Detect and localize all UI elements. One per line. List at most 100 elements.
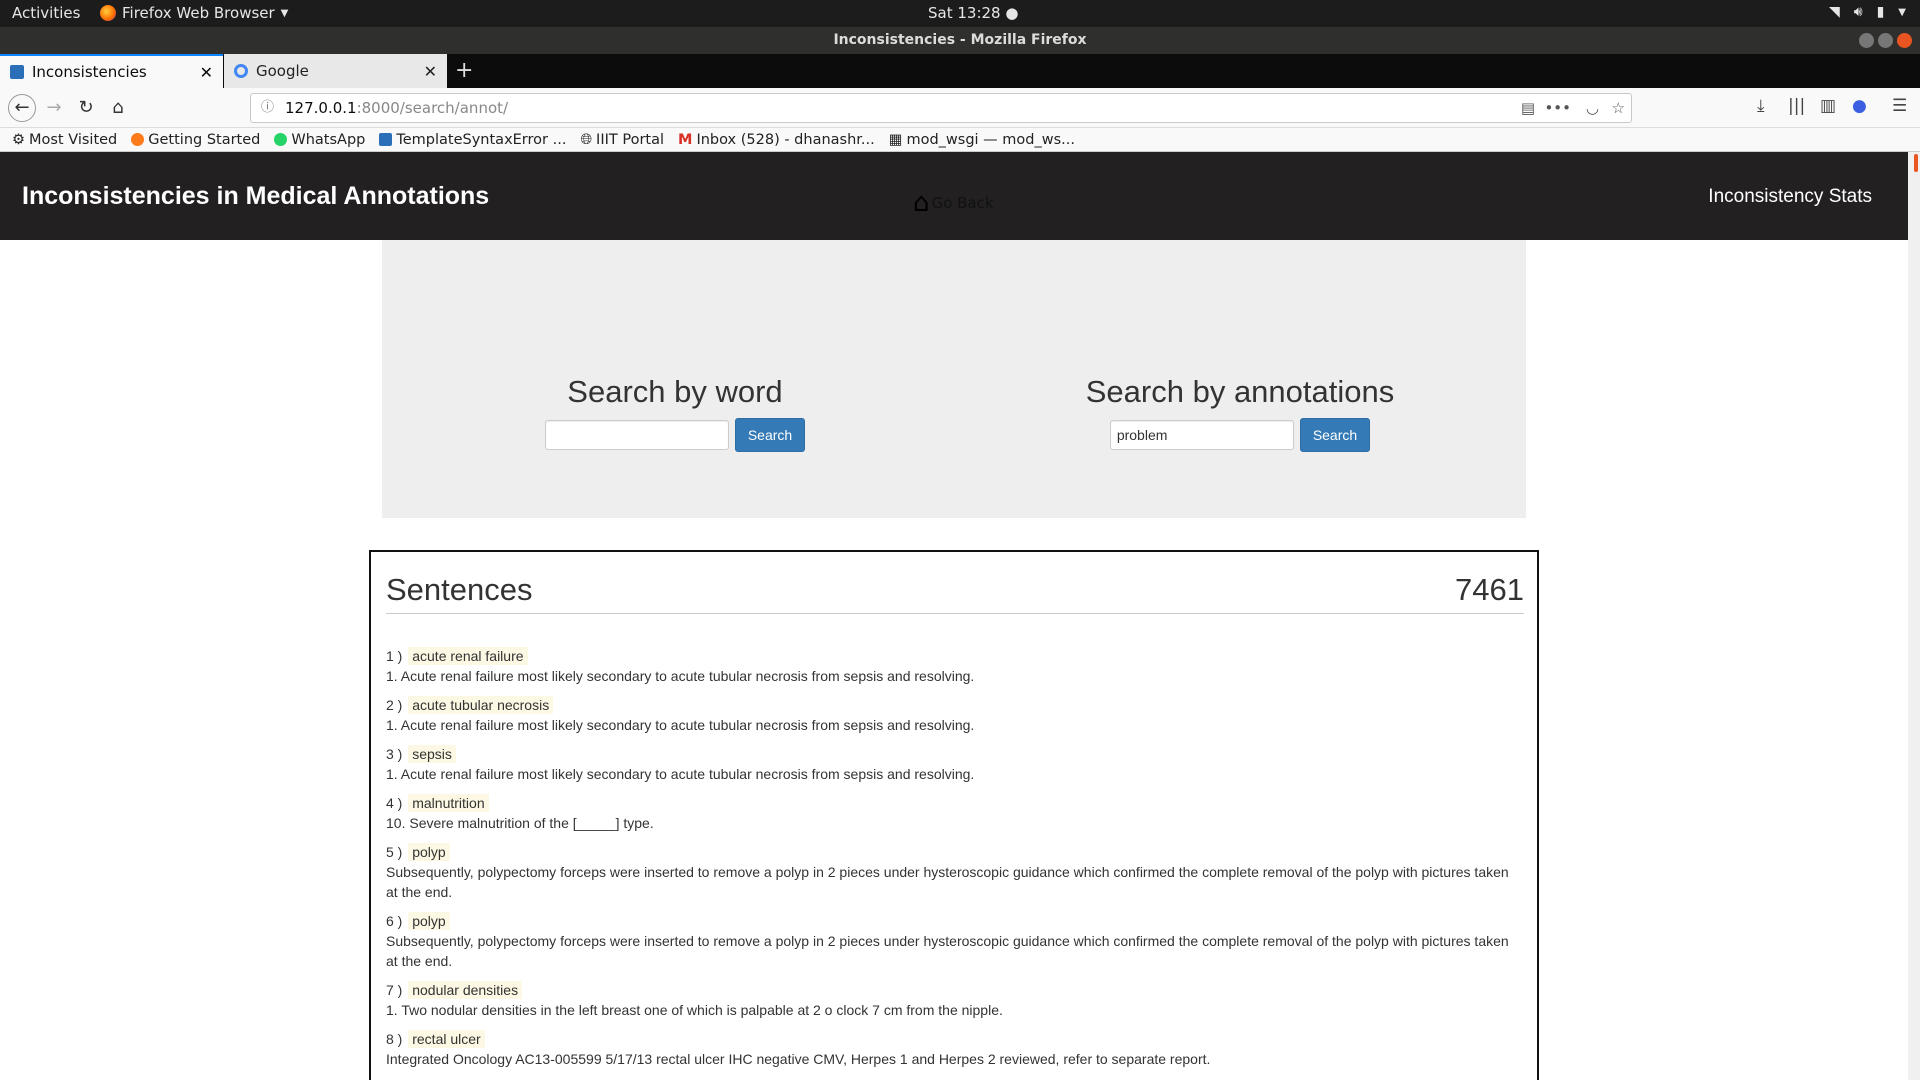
navigation-toolbar: ← → ↻ ⌂ ⓘ 127.0.0.1:8000/search/annot/ ▤… xyxy=(0,88,1920,128)
bookmark-label: Most Visited xyxy=(29,131,118,148)
library-icon[interactable]: ||| xyxy=(1788,96,1805,116)
extension-icon[interactable]: ● xyxy=(1852,96,1867,116)
page-scrollbar[interactable] xyxy=(1908,152,1920,1080)
bookmark-getting-started[interactable]: Getting Started xyxy=(131,132,260,148)
bookmark-whatsapp[interactable]: WhatsApp xyxy=(274,132,365,148)
reload-button[interactable]: ↻ xyxy=(74,96,98,120)
annotation-term: acute tubular necrosis xyxy=(408,696,554,714)
menu-icon[interactable]: ☰ xyxy=(1892,96,1907,116)
list-item: 8 ) rectal ulcer Integrated Oncology AC1… xyxy=(386,1029,1524,1069)
reader-view-icon[interactable]: ▤ xyxy=(1521,94,1535,122)
bookmark-label: Getting Started xyxy=(148,131,261,148)
results-count: 7461 xyxy=(1455,572,1524,607)
list-item: 2 ) acute tubular necrosis 1. Acute rena… xyxy=(386,695,1524,735)
site-navbar: Inconsistencies in Medical Annotations ⌂… xyxy=(0,152,1908,240)
bookmark-label: TemplateSyntaxError ... xyxy=(396,131,567,148)
system-top-bar: Activities Firefox Web Browser ▼ Sat 13:… xyxy=(0,0,1920,27)
list-item: 6 ) polyp Subsequently, polypectomy forc… xyxy=(386,911,1524,971)
item-sentence: 1. Acute renal failure most likely secon… xyxy=(386,668,975,684)
window-titlebar: Inconsistencies - Mozilla Firefox xyxy=(0,27,1920,54)
go-back-link[interactable]: ⌂ Go Back xyxy=(913,188,994,218)
url-bar[interactable]: ⓘ 127.0.0.1:8000/search/annot/ ▤ ••• ◡ ☆ xyxy=(250,93,1632,123)
search-by-word: Search by word Search xyxy=(544,374,806,452)
close-tab-icon[interactable]: ✕ xyxy=(200,63,213,82)
tab-label: Inconsistencies xyxy=(32,63,147,81)
item-sentence: Subsequently, polypectomy forceps were i… xyxy=(386,933,1509,969)
system-tray[interactable]: ◥ 🔊︎ ▮ ▼ xyxy=(1829,4,1906,20)
whatsapp-icon xyxy=(274,133,288,146)
results-title: Sentences xyxy=(386,572,533,607)
bookmark-mod-wsgi[interactable]: ▦ mod_wsgi — mod_ws... xyxy=(889,132,1075,148)
list-item: 5 ) polyp Subsequently, polypectomy forc… xyxy=(386,842,1524,902)
back-button[interactable]: ← xyxy=(8,94,36,122)
minimize-button[interactable] xyxy=(1859,33,1874,48)
forward-button[interactable]: → xyxy=(42,96,66,120)
chevron-down-icon: ▼ xyxy=(1898,6,1906,18)
home-icon: ⌂ xyxy=(913,188,930,218)
annotation-search-button[interactable]: Search xyxy=(1299,418,1371,452)
google-icon xyxy=(234,64,248,78)
firefox-icon xyxy=(100,5,116,21)
site-brand[interactable]: Inconsistencies in Medical Annotations xyxy=(22,182,489,211)
item-number: 4 ) xyxy=(386,795,403,811)
item-sentence: 1. Acute renal failure most likely secon… xyxy=(386,717,975,733)
pocket-icon[interactable]: ◡ xyxy=(1586,94,1599,122)
list-item: 7 ) nodular densities 1. Two nodular den… xyxy=(386,980,1524,1020)
battery-icon: ▮ xyxy=(1876,4,1885,20)
app-menu[interactable]: Firefox Web Browser ▼ xyxy=(100,4,288,22)
sidebar-icon[interactable]: ▥ xyxy=(1820,96,1836,116)
url-host: 127.0.0.1 xyxy=(285,99,357,117)
annotation-term: sepsis xyxy=(408,745,456,763)
bookmark-iiit-portal[interactable]: 🌐︎ IIIT Portal xyxy=(580,132,664,148)
clock[interactable]: Sat 13:28 ● xyxy=(928,4,1018,22)
item-sentence: Subsequently, polypectomy forceps were i… xyxy=(386,864,1509,900)
volume-icon: 🔊︎ xyxy=(1853,4,1863,20)
downloads-icon[interactable]: ⤓ xyxy=(1757,96,1765,116)
bookmark-label: WhatsApp xyxy=(291,131,366,148)
annotation-term: polyp xyxy=(408,912,450,930)
bookmark-most-visited[interactable]: ⚙ Most Visited xyxy=(12,132,117,148)
globe-icon: 🌐︎ xyxy=(580,131,593,148)
gear-icon: ⚙ xyxy=(12,131,25,148)
inconsistency-stats-link[interactable]: Inconsistency Stats xyxy=(1708,186,1872,208)
close-window-button[interactable] xyxy=(1897,33,1912,48)
page-content: Inconsistencies in Medical Annotations ⌂… xyxy=(0,152,1920,1080)
item-number: 3 ) xyxy=(386,746,403,762)
clock-label: Sat 13:28 xyxy=(928,4,1001,22)
close-tab-icon[interactable]: ✕ xyxy=(424,62,437,81)
bookmarks-toolbar: ⚙ Most Visited Getting Started WhatsApp T… xyxy=(0,128,1920,152)
tab-inconsistencies[interactable]: Inconsistencies ✕ xyxy=(0,54,223,88)
bookmark-star-icon[interactable]: ☆ xyxy=(1612,94,1625,122)
page-actions-icon[interactable]: ••• xyxy=(1544,94,1571,122)
item-sentence: Integrated Oncology AC13-005599 5/17/13 … xyxy=(386,1051,1211,1067)
item-sentence: 1. Acute renal failure most likely secon… xyxy=(386,766,975,782)
maximize-button[interactable] xyxy=(1878,33,1893,48)
scrollbar-thumb[interactable] xyxy=(1914,154,1918,172)
item-number: 2 ) xyxy=(386,697,403,713)
app-menu-label: Firefox Web Browser xyxy=(122,4,275,22)
bookmark-templatesyntaxerror[interactable]: TemplateSyntaxError ... xyxy=(379,132,566,148)
home-button[interactable]: ⌂ xyxy=(106,96,130,120)
search-by-annotations: Search by annotations Search xyxy=(1070,374,1410,452)
bookmark-label: Inbox (528) - dhanashr... xyxy=(696,131,875,148)
tab-google[interactable]: Google ✕ xyxy=(224,54,447,88)
item-sentence: 1. Two nodular densities in the left bre… xyxy=(386,1002,1003,1018)
new-tab-button[interactable]: + xyxy=(455,58,473,83)
bookmark-inbox[interactable]: M Inbox (528) - dhanashr... xyxy=(678,132,875,148)
item-number: 8 ) xyxy=(386,1031,403,1047)
activities-button[interactable]: Activities xyxy=(12,4,80,22)
annotation-term: malnutrition xyxy=(408,794,489,812)
bookmark-label: mod_wsgi — mod_ws... xyxy=(906,131,1075,148)
annotation-term: acute renal failure xyxy=(408,647,528,665)
item-number: 6 ) xyxy=(386,913,403,929)
gmail-icon: M xyxy=(678,131,693,148)
annotation-search-input[interactable] xyxy=(1109,420,1294,450)
chevron-down-icon: ▼ xyxy=(280,7,289,19)
wifi-icon: ◥ xyxy=(1828,4,1840,20)
tab-label: Google xyxy=(256,62,309,80)
word-search-input[interactable] xyxy=(544,420,729,450)
list-item: 1 ) acute renal failure 1. Acute renal f… xyxy=(386,646,1524,686)
item-number: 1 ) xyxy=(386,648,403,664)
info-icon[interactable]: ⓘ xyxy=(261,94,274,122)
word-search-button[interactable]: Search xyxy=(734,418,806,452)
